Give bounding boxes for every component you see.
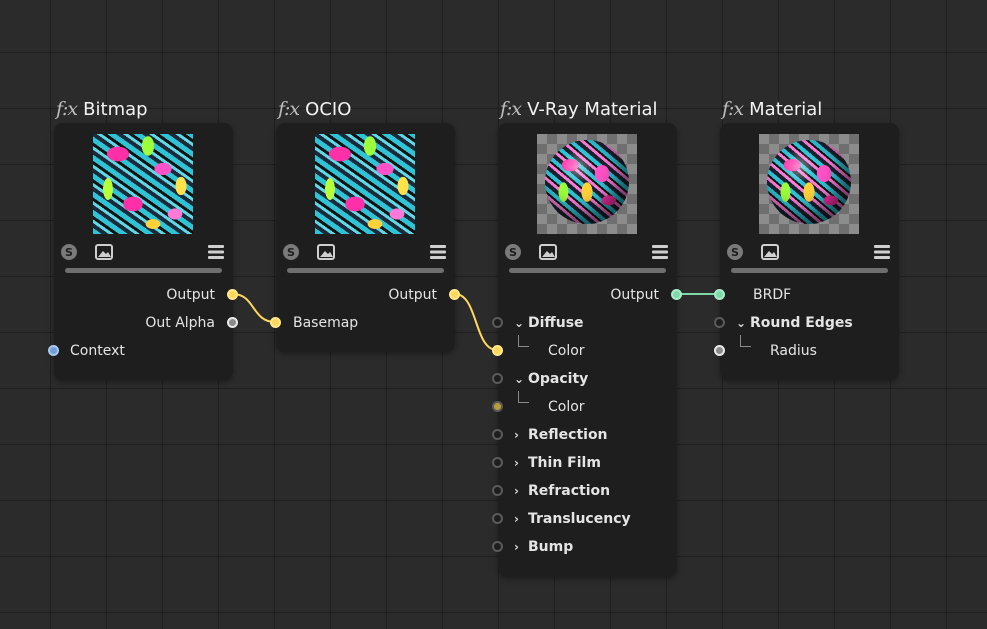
- port-diffuse-color: Color: [548, 343, 585, 359]
- port-dot-refraction[interactable]: [492, 485, 503, 496]
- port-dot-output[interactable]: [227, 289, 238, 300]
- chevron-right-icon[interactable]: ›: [514, 512, 528, 526]
- progress-bar: [287, 268, 444, 273]
- node-material[interactable]: S BRDF ⌄ Round Edges Radius: [714, 123, 899, 380]
- tree-connector: [740, 335, 751, 347]
- wire-bitmap-to-ocio: [232, 293, 276, 323]
- node-toolbar: S: [61, 244, 224, 262]
- node-title-bitmap: f:x Bitmap: [56, 92, 148, 120]
- node-title-text[interactable]: OCIO: [305, 99, 351, 120]
- fx-icon: f:x: [278, 98, 300, 120]
- port-out-alpha: Out Alpha: [145, 315, 215, 331]
- section-translucency[interactable]: › Translucency: [514, 509, 631, 529]
- port-dot-diffuse-color[interactable]: [492, 345, 503, 356]
- chevron-right-icon[interactable]: ›: [514, 540, 528, 554]
- wire-ocio-to-vray-diffuse: [454, 293, 498, 351]
- port-dot-diffuse[interactable]: [492, 317, 503, 328]
- port-context: Context: [70, 343, 125, 359]
- node-vray-material[interactable]: S Output ⌄ Diffuse Color ⌄ Opacity Color ›…: [492, 123, 682, 577]
- port-opacity-color: Color: [548, 399, 585, 415]
- node-toolbar: S: [727, 244, 890, 262]
- section-round-edges[interactable]: ⌄ Round Edges: [736, 313, 853, 333]
- progress-bar: [731, 268, 888, 273]
- fx-icon: f:x: [56, 98, 78, 120]
- section-refraction[interactable]: › Refraction: [514, 481, 610, 501]
- node-toolbar: S: [283, 244, 446, 262]
- section-thin-film[interactable]: › Thin Film: [514, 453, 601, 473]
- menu-icon[interactable]: [874, 245, 890, 259]
- port-dot-brdf[interactable]: [714, 289, 725, 300]
- port-dot-thin-film[interactable]: [492, 457, 503, 468]
- node-title-text[interactable]: V-Ray Material: [527, 99, 657, 120]
- port-basemap: Basemap: [293, 315, 359, 331]
- port-dot-round-edges[interactable]: [714, 317, 725, 328]
- port-dot-context[interactable]: [48, 345, 59, 356]
- node-title-text[interactable]: Bitmap: [83, 99, 147, 120]
- image-icon[interactable]: [317, 244, 335, 260]
- port-radius: Radius: [770, 343, 817, 359]
- port-dot-opacity-color[interactable]: [492, 401, 503, 412]
- menu-icon[interactable]: [208, 245, 224, 259]
- s-icon[interactable]: S: [283, 244, 299, 260]
- image-icon[interactable]: [95, 244, 113, 260]
- port-output: Output: [166, 287, 215, 303]
- preview-thumbnail: [93, 134, 193, 234]
- node-bitmap[interactable]: S Output Out Alpha Context: [48, 123, 238, 380]
- tree-connector: [518, 391, 529, 403]
- tree-connector: [518, 335, 529, 347]
- section-reflection[interactable]: › Reflection: [514, 425, 608, 445]
- menu-icon[interactable]: [652, 245, 668, 259]
- port-dot-bump[interactable]: [492, 541, 503, 552]
- section-bump[interactable]: › Bump: [514, 537, 573, 557]
- s-icon[interactable]: S: [61, 244, 77, 260]
- port-brdf: BRDF: [753, 287, 792, 303]
- chevron-right-icon[interactable]: ›: [514, 428, 528, 442]
- node-title-ocio: f:x OCIO: [278, 92, 351, 120]
- port-dot-out-alpha[interactable]: [227, 317, 238, 328]
- s-icon[interactable]: S: [727, 244, 743, 260]
- port-dot-opacity[interactable]: [492, 373, 503, 384]
- image-icon[interactable]: [539, 244, 557, 260]
- port-output: Output: [610, 287, 659, 303]
- node-title-text[interactable]: Material: [749, 99, 822, 120]
- preview-thumbnail: [759, 134, 859, 234]
- port-dot-reflection[interactable]: [492, 429, 503, 440]
- port-dot-translucency[interactable]: [492, 513, 503, 524]
- port-dot-basemap[interactable]: [270, 317, 281, 328]
- port-output: Output: [388, 287, 437, 303]
- port-dot-output[interactable]: [671, 289, 682, 300]
- node-toolbar: S: [505, 244, 668, 262]
- menu-icon[interactable]: [430, 245, 446, 259]
- image-icon[interactable]: [761, 244, 779, 260]
- s-icon[interactable]: S: [505, 244, 521, 260]
- port-dot-output[interactable]: [449, 289, 460, 300]
- port-dot-radius[interactable]: [714, 345, 725, 356]
- chevron-right-icon[interactable]: ›: [514, 484, 528, 498]
- node-title-material: f:x Material: [722, 92, 822, 120]
- node-title-vray-material: f:x V-Ray Material: [500, 92, 658, 120]
- progress-bar: [65, 268, 222, 273]
- preview-thumbnail: [315, 134, 415, 234]
- chevron-down-icon[interactable]: ⌄: [514, 372, 528, 386]
- fx-icon: f:x: [500, 98, 522, 120]
- node-ocio[interactable]: S Output Basemap: [270, 123, 460, 352]
- section-diffuse[interactable]: ⌄ Diffuse: [514, 313, 584, 333]
- preview-thumbnail: [537, 134, 637, 234]
- progress-bar: [509, 268, 666, 273]
- chevron-right-icon[interactable]: ›: [514, 456, 528, 470]
- chevron-down-icon[interactable]: ⌄: [514, 316, 528, 330]
- fx-icon: f:x: [722, 98, 744, 120]
- section-opacity[interactable]: ⌄ Opacity: [514, 369, 588, 389]
- chevron-down-icon[interactable]: ⌄: [736, 316, 750, 330]
